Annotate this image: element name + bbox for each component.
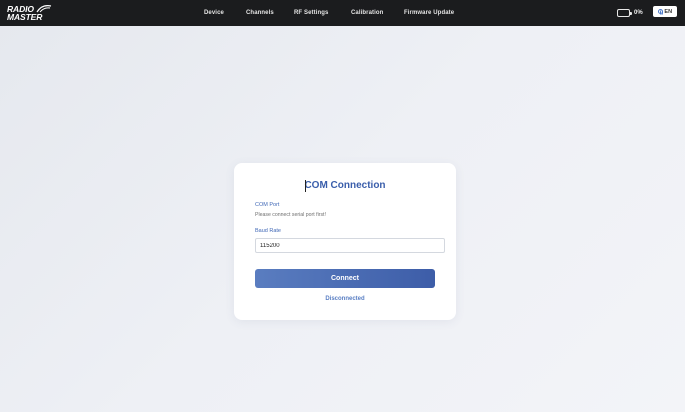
card-title: COM Connection	[304, 180, 386, 191]
globe-icon	[657, 9, 664, 15]
com-port-label: COM Port	[255, 202, 280, 208]
battery-percentage: 0%	[634, 9, 643, 16]
baud-rate-input[interactable]	[255, 238, 445, 253]
baud-rate-label: Baud Rate	[255, 228, 281, 234]
language-button[interactable]: EN	[653, 6, 677, 17]
language-label: EN	[664, 8, 673, 15]
nav-rf-settings[interactable]: RF Settings	[294, 0, 328, 26]
nav-calibration[interactable]: Calibration	[351, 0, 383, 26]
top-navigation-bar: RADIO MASTER Device Channels RF Settings…	[0, 0, 685, 26]
battery-indicator: 0%	[617, 8, 643, 17]
connect-button[interactable]: Connect	[255, 269, 435, 288]
nav-device[interactable]: Device	[204, 0, 224, 26]
connection-status: Disconnected	[325, 296, 365, 302]
text-cursor	[305, 180, 306, 192]
com-port-hint: Please connect serial port first!	[255, 212, 326, 218]
nav-firmware-update[interactable]: Firmware Update	[404, 0, 454, 26]
nav-channels[interactable]: Channels	[246, 0, 274, 26]
battery-icon	[617, 8, 632, 17]
main-nav: Device Channels RF Settings Calibration …	[0, 0, 685, 26]
com-connection-card: COM Connection COM Port Please connect s…	[234, 163, 456, 320]
